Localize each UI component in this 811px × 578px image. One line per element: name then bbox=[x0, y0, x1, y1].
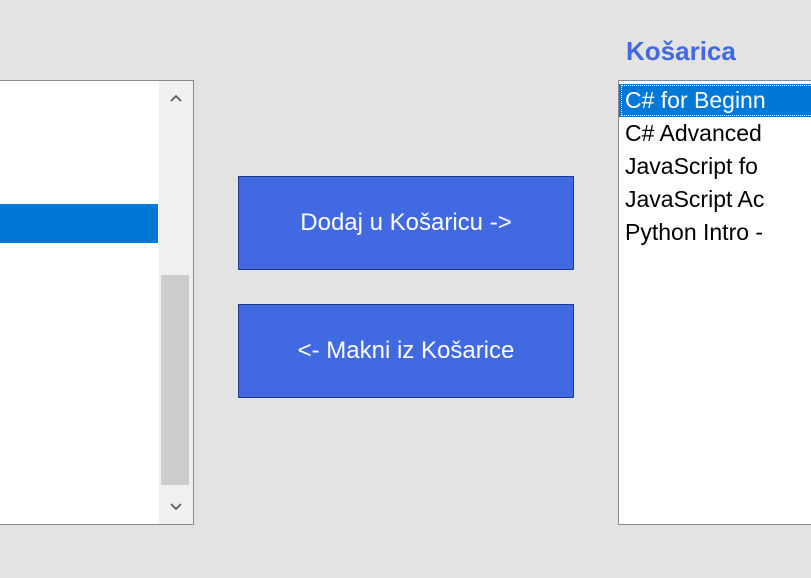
cart-list-item[interactable]: JavaScript Ac bbox=[619, 183, 811, 216]
cart-list-item[interactable]: C# for Beginn bbox=[619, 84, 811, 117]
add-to-cart-button[interactable]: Dodaj u Košaricu -> bbox=[238, 176, 574, 270]
app-window: Dodaj u Košaricu -> <- Makni iz Košarice… bbox=[0, 0, 811, 578]
scrollbar-thumb[interactable] bbox=[161, 275, 189, 485]
cart-list-item[interactable]: Python Intro - bbox=[619, 216, 811, 249]
cart-list-item[interactable]: C# Advanced bbox=[619, 117, 811, 150]
scroll-up-button[interactable] bbox=[159, 81, 193, 117]
products-listbox[interactable] bbox=[0, 80, 194, 525]
selected-list-item[interactable] bbox=[0, 204, 158, 243]
cart-listbox[interactable]: C# for Beginn C# Advanced JavaScript fo Jav… bbox=[618, 80, 811, 525]
cart-label: Košarica bbox=[626, 36, 736, 66]
scroll-down-button[interactable] bbox=[159, 488, 193, 524]
remove-from-cart-button[interactable]: <- Makni iz Košarice bbox=[238, 304, 574, 398]
chevron-down-icon bbox=[170, 503, 182, 511]
vertical-scrollbar[interactable] bbox=[159, 81, 193, 524]
chevron-up-icon bbox=[170, 94, 182, 102]
cart-list-item[interactable]: JavaScript fo bbox=[619, 150, 811, 183]
